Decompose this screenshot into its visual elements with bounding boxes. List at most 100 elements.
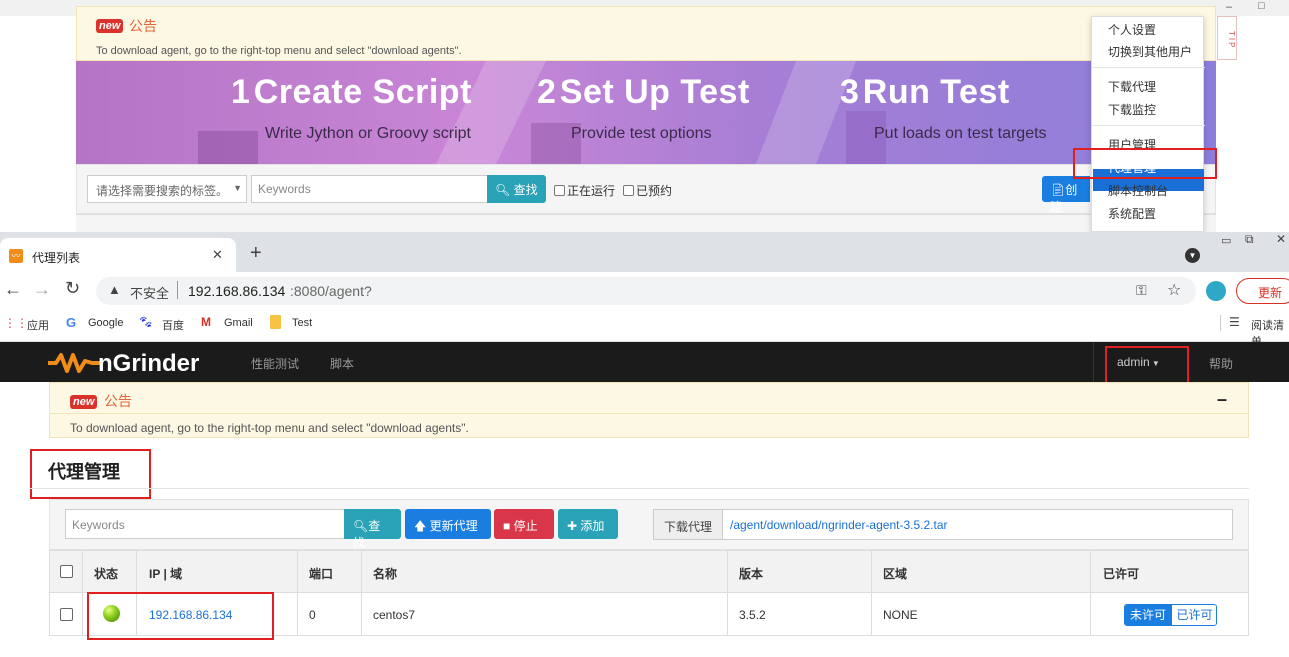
update-browser-label: 更新 [1258, 286, 1283, 300]
reload-icon[interactable]: ↻ [65, 278, 80, 299]
bookmarks-bar [0, 309, 1289, 342]
step-number: 2 [537, 73, 557, 111]
menu-item-switch-user[interactable]: 切换到其他用户 [1108, 43, 1192, 60]
tag-select[interactable]: 请选择需要搜索的标签。 ▼ [87, 175, 247, 203]
checkbox-icon[interactable] [554, 185, 565, 196]
key-icon[interactable]: ⚿ [1136, 282, 1147, 299]
approve-toggle[interactable]: 未许可 已许可 [1124, 604, 1217, 626]
nav-performance-test[interactable]: 性能测试 [251, 355, 299, 372]
search-button[interactable]: 🔍︎查找 [344, 509, 401, 550]
stop-label: 停止 [513, 519, 538, 533]
bookmark-gmail[interactable]: Gmail [224, 317, 253, 329]
unapprove-button[interactable]: 未许可 [1125, 605, 1171, 625]
arrow-up-icon: 🡅 [414, 519, 430, 533]
scheduled-checkbox[interactable]: 已预约 [623, 182, 672, 199]
download-link-text[interactable]: /agent/download/ngrinder-agent-3.5.2.tar [730, 518, 947, 532]
menu-item-system-config[interactable]: 系统配置 [1108, 205, 1156, 222]
header-version[interactable]: 版本 [739, 565, 763, 582]
bookmark-test[interactable]: Test [292, 317, 312, 329]
running-checkbox[interactable]: 正在运行 [554, 182, 615, 199]
menu-divider [1092, 67, 1205, 68]
bookmark-google[interactable]: Google [88, 317, 123, 329]
approve-button[interactable]: 已许可 [1171, 605, 1216, 625]
search-icon: 🔍︎ [353, 519, 369, 533]
create-test-button[interactable]: 📄︎创建 [1042, 176, 1090, 214]
banner-step-1-desc: Write Jython or Groovy script [265, 125, 471, 142]
stop-icon: ■ [503, 519, 514, 533]
header-port[interactable]: 端口 [309, 565, 333, 582]
test-table-header [76, 214, 1216, 232]
step-title: Create Script [253, 73, 472, 111]
browser-tab[interactable]: 〰 代理列表 ✕ [0, 238, 236, 272]
add-button[interactable]: ✚ 添加 [558, 509, 618, 539]
top-navbar: nGrinder [0, 342, 1289, 382]
banner-step-2-desc: Provide test options [571, 125, 712, 142]
agent-region: NONE [883, 608, 918, 622]
bookmarks-divider [1220, 315, 1221, 331]
menu-item-download-monitor[interactable]: 下载监控 [1108, 101, 1156, 118]
nav-script[interactable]: 脚本 [330, 355, 354, 372]
update-browser-button[interactable]: 更新 [1236, 278, 1289, 304]
close-tab-icon[interactable]: ✕ [212, 247, 223, 263]
url-path: :8080/agent? [290, 283, 372, 299]
highlight-box-agent-menu [1073, 148, 1217, 179]
new-tab-button[interactable]: + [250, 242, 262, 265]
table-header [49, 550, 1249, 593]
ngrinder-logo-text[interactable]: nGrinder [98, 350, 199, 378]
scheduled-label: 已预约 [636, 184, 673, 198]
forward-icon[interactable]: → [33, 279, 51, 300]
running-label: 正在运行 [567, 184, 616, 198]
url-bar[interactable]: ▲ 不安全 192.168.86.134 :8080/agent? ⚿ ☆ [96, 277, 1196, 305]
header-approved[interactable]: 已许可 [1103, 565, 1139, 582]
nav-divider [1093, 342, 1094, 382]
step-number: 1 [231, 73, 251, 111]
announcement-title: 公告 [104, 393, 132, 409]
collapse-announcement-button[interactable]: – [1217, 389, 1227, 410]
star-icon[interactable]: ☆ [1167, 280, 1181, 300]
banner-step-3-desc: Put loads on test targets [874, 125, 1047, 142]
keywords-input[interactable]: Keywords [65, 509, 345, 539]
header-name[interactable]: 名称 [373, 565, 397, 582]
minimize-icon[interactable]: – [1226, 1, 1232, 13]
menu-item-script-console[interactable]: 脚本控制台 [1108, 182, 1168, 199]
back-icon[interactable]: ← [4, 279, 22, 300]
bookmark-apps[interactable]: 应用 [27, 317, 49, 333]
search-button-label: 查找 [513, 183, 538, 197]
search-button[interactable]: 🔍︎ 查找 [487, 175, 546, 203]
tab-title: 代理列表 [32, 251, 81, 265]
new-badge: new [70, 394, 98, 409]
menu-item-personal-settings[interactable]: 个人设置 [1108, 21, 1156, 38]
bookmark-baidu[interactable]: 百度 [162, 317, 184, 333]
announcement: new 公告 – To download agent, go to the ri… [49, 382, 1249, 438]
header-ip-domain[interactable]: IP | 域 [149, 565, 182, 582]
highlight-box-agent-row [87, 592, 274, 640]
select-all-checkbox[interactable] [60, 565, 73, 578]
profile-avatar[interactable] [1206, 281, 1226, 301]
steps-banner: 1 Create Script Write Jython or Groovy s… [76, 61, 1216, 164]
keywords-input[interactable]: Keywords [251, 175, 488, 203]
checkbox-icon[interactable] [623, 185, 634, 196]
apps-icon[interactable]: ⋮⋮ [4, 316, 28, 330]
update-agent-label: 更新代理 [429, 519, 478, 533]
search-icon: 🔍︎ [495, 183, 511, 197]
announcement-text: To download agent, go to the right-top m… [70, 421, 469, 435]
restore-icon[interactable]: ⧉ [1245, 232, 1254, 247]
tab-search-icon[interactable]: ▼ [1185, 248, 1200, 263]
folder-icon [270, 315, 281, 329]
menu-item-download-agent[interactable]: 下载代理 [1108, 78, 1156, 95]
row-checkbox[interactable] [60, 608, 73, 621]
highlight-box-title [30, 449, 151, 499]
col-divider [297, 550, 298, 636]
minimize-icon[interactable]: ▭ [1221, 234, 1231, 247]
download-agent-link[interactable]: /agent/download/ngrinder-agent-3.5.2.tar [722, 509, 1233, 540]
header-status[interactable]: 状态 [94, 565, 118, 582]
stop-button[interactable]: ■ 停止 [494, 509, 554, 539]
header-region[interactable]: 区域 [883, 565, 907, 582]
tip-tab[interactable]: TIP [1217, 16, 1237, 60]
col-divider [1090, 550, 1091, 636]
col-divider [871, 550, 872, 636]
update-agent-button[interactable]: 🡅 更新代理 [405, 509, 491, 539]
close-icon[interactable]: ✕ [1276, 232, 1286, 246]
nav-help[interactable]: 帮助 [1209, 355, 1233, 372]
maximize-icon[interactable]: □ [1258, 0, 1265, 12]
